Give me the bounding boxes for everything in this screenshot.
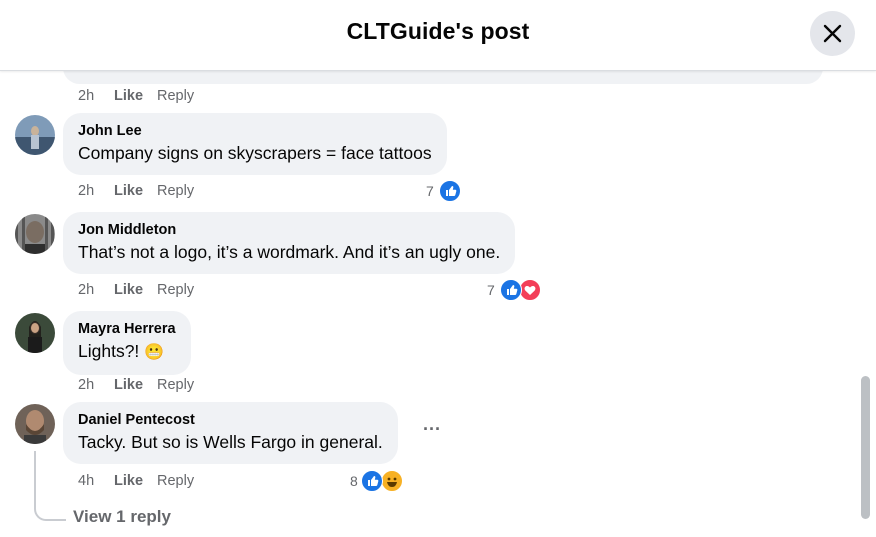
reaction-summary[interactable]: 7 <box>426 180 466 202</box>
comment-text: Lights?! 😬 <box>78 341 165 361</box>
close-icon <box>823 24 842 43</box>
previous-comment-bubble <box>63 71 823 84</box>
comment-actions: 4h Like Reply <box>78 473 194 489</box>
comment-text: Tacky. But so is Wells Fargo in general. <box>78 432 383 452</box>
like-reaction-icon <box>361 470 383 492</box>
comment-time: 2h <box>78 377 95 393</box>
comment-time: 4h <box>78 473 95 489</box>
comment-actions: 2h Like Reply <box>78 282 194 298</box>
comment-time: 2h <box>78 183 95 199</box>
comment-author[interactable]: Daniel Pentecost <box>78 411 383 430</box>
comment-text: That’s not a logo, it’s a wordmark. And … <box>78 242 501 262</box>
avatar[interactable] <box>15 404 55 444</box>
reply-button[interactable]: Reply <box>157 377 194 393</box>
comment-bubble: John Lee Company signs on skyscrapers = … <box>63 113 447 175</box>
comment-bubble: Daniel Pentecost Tacky. But so is Wells … <box>63 402 398 464</box>
like-button[interactable]: Like <box>114 88 143 104</box>
more-options-icon[interactable]: ··· <box>420 420 444 445</box>
comment-bubble: Jon Middleton That’s not a logo, it’s a … <box>63 212 516 274</box>
reply-button[interactable]: Reply <box>157 88 194 104</box>
reaction-count: 7 <box>426 183 434 199</box>
previous-comment-actions: 2h Like Reply <box>78 88 194 104</box>
comment-bubble: Mayra Herrera Lights?! 😬 <box>63 311 191 375</box>
reaction-summary[interactable]: 8 <box>350 470 406 492</box>
reaction-count: 7 <box>487 282 495 298</box>
reply-thread-line <box>34 451 66 521</box>
like-button[interactable]: Like <box>114 473 143 489</box>
comment-author[interactable]: John Lee <box>78 122 432 141</box>
comment-time: 2h <box>78 282 95 298</box>
comment-text: Company signs on skyscrapers = face tatt… <box>78 143 432 163</box>
avatar[interactable] <box>15 214 55 254</box>
comment-actions: 2h Like Reply <box>78 377 194 393</box>
avatar[interactable] <box>15 313 55 353</box>
avatar[interactable] <box>15 115 55 155</box>
reply-button[interactable]: Reply <box>157 282 194 298</box>
love-reaction-icon <box>519 279 541 301</box>
close-button[interactable] <box>810 11 855 56</box>
comment-author[interactable]: Jon Middleton <box>78 221 500 240</box>
reaction-count: 8 <box>350 473 358 489</box>
haha-reaction-icon <box>381 470 403 492</box>
comments-feed: 2h Like Reply John Lee Company signs on sk… <box>0 71 858 537</box>
scrollbar-thumb[interactable] <box>861 376 870 519</box>
like-reaction-icon <box>439 180 461 202</box>
dialog-header: CLTGuide's post <box>0 0 876 71</box>
like-button[interactable]: Like <box>114 282 143 298</box>
dialog-title: CLTGuide's post <box>346 18 530 44</box>
comment-actions: 2h Like Reply <box>78 183 194 199</box>
like-reaction-icon <box>500 279 522 301</box>
comment-author[interactable]: Mayra Herrera <box>78 320 176 339</box>
reply-button[interactable]: Reply <box>157 183 194 199</box>
like-button[interactable]: Like <box>114 183 143 199</box>
comment-time: 2h <box>78 88 95 104</box>
like-button[interactable]: Like <box>114 377 143 393</box>
reply-button[interactable]: Reply <box>157 473 194 489</box>
view-replies-link[interactable]: View 1 reply <box>73 507 171 527</box>
grimacing-emoji: 😬 <box>144 344 165 361</box>
reaction-summary[interactable]: 7 <box>487 279 543 301</box>
